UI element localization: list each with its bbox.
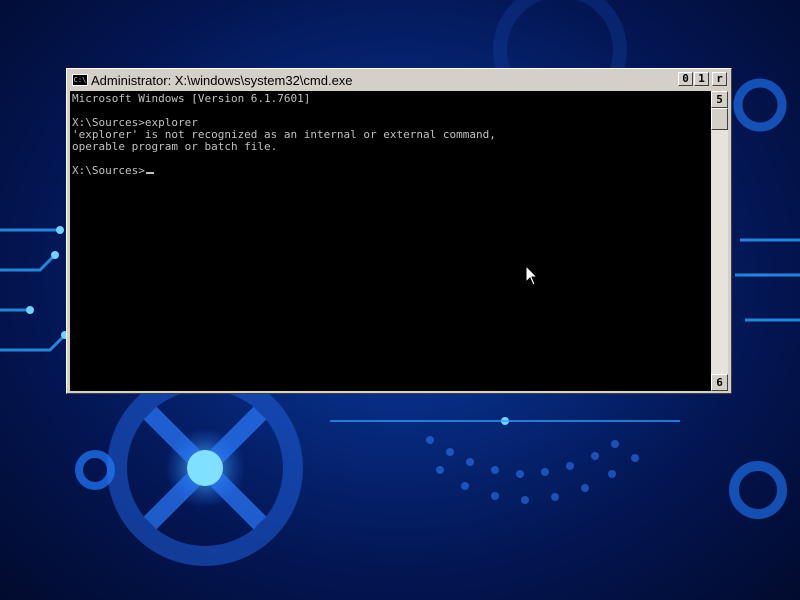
cmd-icon[interactable]: C:\ [72, 74, 88, 86]
close-button[interactable]: r [712, 72, 727, 86]
cmd-window[interactable]: C:\ Administrator: X:\windows\system32\c… [66, 68, 732, 394]
maximize-button[interactable]: 1 [694, 72, 709, 86]
console-output: Microsoft Windows [Version 6.1.7601] X:\… [72, 92, 496, 177]
mouse-pointer-icon [525, 265, 539, 286]
minimize-button[interactable]: 0 [678, 72, 693, 86]
window-title: Administrator: X:\windows\system32\cmd.e… [91, 72, 353, 88]
gear-graphic [107, 370, 303, 566]
scroll-thumb[interactable] [711, 108, 728, 130]
console-area[interactable]: Microsoft Windows [Version 6.1.7601] X:\… [70, 91, 711, 391]
text-caret [145, 172, 154, 174]
scroll-down-button[interactable]: 6 [711, 374, 728, 391]
vertical-scrollbar[interactable]: 5 6 [711, 91, 728, 391]
window-controls: 0 1 r [678, 72, 727, 86]
scroll-up-button[interactable]: 5 [711, 91, 728, 108]
title-bar[interactable]: C:\ Administrator: X:\windows\system32\c… [69, 71, 729, 89]
